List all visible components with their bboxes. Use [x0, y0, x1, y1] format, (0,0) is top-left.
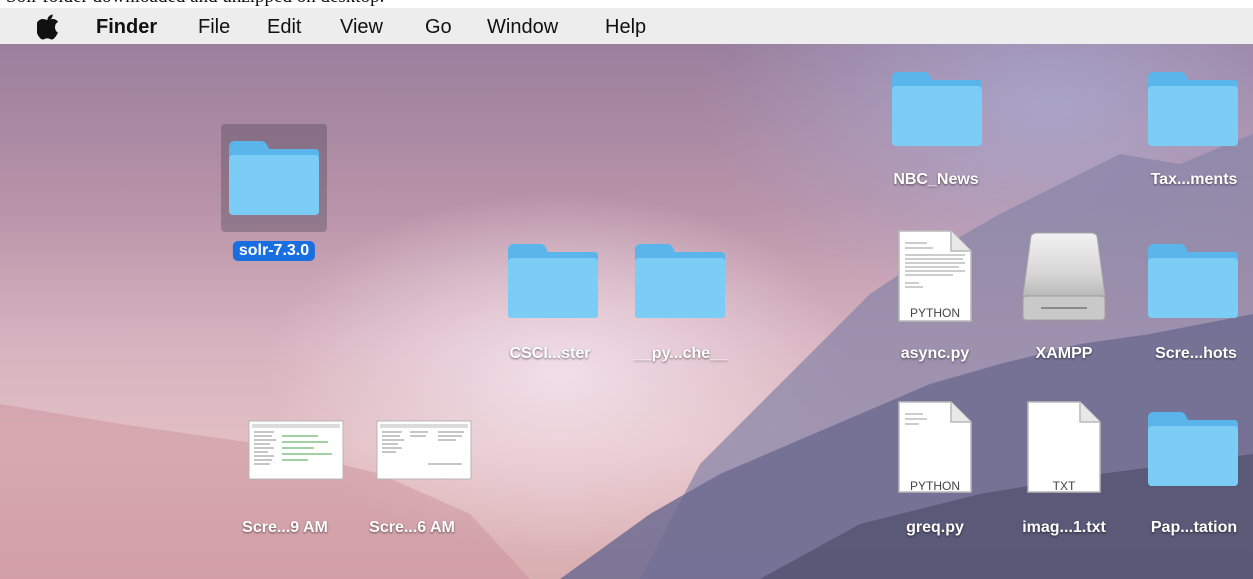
pap-tation-label[interactable]: Pap...tation [1151, 519, 1237, 537]
solr-folder-label[interactable]: solr-7.3.0 [232, 241, 316, 261]
folder-icon[interactable] [1146, 410, 1240, 488]
python-badge: PYTHON [909, 479, 961, 493]
menu-finder[interactable]: Finder [96, 16, 157, 39]
caption-text: Solr folder downloaded and unzipped on d… [6, 0, 384, 8]
scre-6am-label[interactable]: Scre...6 AM [369, 519, 455, 537]
tax-ments-label[interactable]: Tax...ments [1151, 171, 1238, 189]
apple-icon[interactable] [37, 14, 59, 40]
imag-txt-label[interactable]: imag...1.txt [1022, 519, 1106, 537]
python-badge: PYTHON [909, 306, 961, 320]
async-py-label[interactable]: async.py [901, 345, 969, 363]
menu-help[interactable]: Help [605, 16, 646, 39]
folder-icon[interactable] [633, 242, 727, 320]
folder-icon[interactable] [506, 242, 600, 320]
menu-go[interactable]: Go [425, 16, 452, 39]
folder-icon[interactable] [890, 70, 984, 148]
scre-hots-label[interactable]: Scre...hots [1155, 345, 1237, 363]
xampp-label[interactable]: XAMPP [1036, 345, 1093, 363]
drive-icon[interactable] [1021, 232, 1107, 322]
folder-icon[interactable] [1146, 242, 1240, 320]
screenshot-thumbnail-icon[interactable] [376, 420, 472, 480]
txt-badge: TXT [1052, 479, 1076, 493]
menu-edit[interactable]: Edit [267, 16, 301, 39]
csci-ster-label[interactable]: CSCI...ster [510, 345, 591, 363]
screenshot-thumbnail-icon[interactable] [248, 420, 344, 480]
pycache-label[interactable]: __py...che__ [634, 345, 728, 363]
greq-py-label[interactable]: greq.py [906, 519, 964, 537]
menu-bar: Finder File Edit View Go Window Help [0, 8, 1253, 45]
menu-window[interactable]: Window [487, 16, 558, 39]
nbc-news-label[interactable]: NBC_News [893, 171, 978, 189]
folder-icon[interactable] [1146, 70, 1240, 148]
caption-strip: Solr folder downloaded and unzipped on d… [0, 0, 1253, 8]
menu-view[interactable]: View [340, 16, 383, 39]
desktop[interactable]: solr-7.3.0 NBC_News Tax...ments CSCI...s… [0, 44, 1253, 579]
folder-icon[interactable] [227, 139, 321, 217]
menu-file[interactable]: File [198, 16, 230, 39]
scre-9am-label[interactable]: Scre...9 AM [242, 519, 328, 537]
